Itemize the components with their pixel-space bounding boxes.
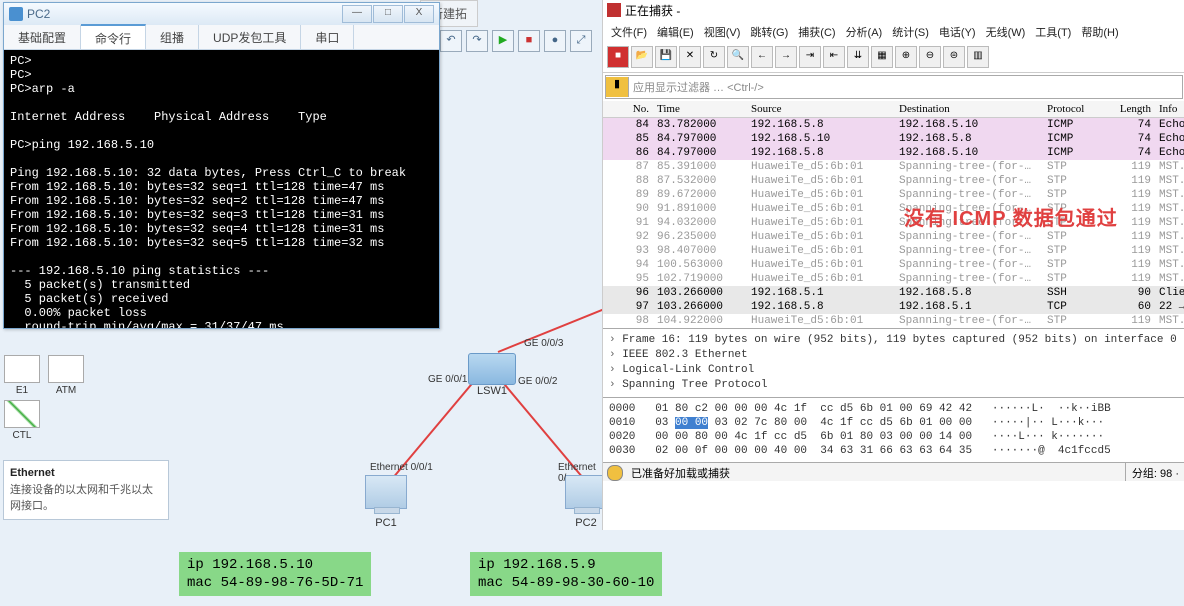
menu-capture[interactable]: 捕获(C) <box>794 22 839 42</box>
menu-tools[interactable]: 工具(T) <box>1031 22 1075 42</box>
menu-file[interactable]: 文件(F) <box>607 22 651 42</box>
ws-titlebar[interactable]: 正在捕获 - <box>603 0 1184 20</box>
pc-icon <box>365 475 407 509</box>
annotation-overlay: 没有 ICMP 数据包通过 <box>904 202 1118 231</box>
switch-icon <box>468 353 516 385</box>
col-proto[interactable]: Protocol <box>1043 103 1107 115</box>
stop-capture-button[interactable]: ■ <box>607 46 629 68</box>
pc1-ip-label: ip 192.168.5.10 mac 54-89-98-76-5D-71 <box>179 552 371 596</box>
close-button[interactable]: ✕ <box>679 46 701 68</box>
ethernet-info: Ethernet 连接设备的以太网和千兆以太网接口。 <box>3 460 169 520</box>
tab-basic[interactable]: 基础配置 <box>4 25 81 49</box>
resize-cols-button[interactable]: ▥ <box>967 46 989 68</box>
open-button[interactable]: 📂 <box>631 46 653 68</box>
menu-edit[interactable]: 编辑(E) <box>653 22 698 42</box>
port-eth001: Ethernet 0/0/1 <box>370 462 433 473</box>
tab-cmd[interactable]: 命令行 <box>81 24 146 49</box>
filter-bookmark-button[interactable]: ▮ <box>606 77 629 97</box>
packet-row[interactable]: 9296.235000HuaweiTe_d5:6b:01Spanning-tre… <box>603 230 1184 244</box>
ws-menubar: 文件(F) 编辑(E) 视图(V) 跳转(G) 捕获(C) 分析(A) 统计(S… <box>603 20 1184 44</box>
pc-icon <box>9 7 23 21</box>
packet-row[interactable]: 8684.797000192.168.5.8192.168.5.10ICMP74… <box>603 146 1184 160</box>
reload-button[interactable]: ↻ <box>703 46 725 68</box>
ethernet-desc: 连接设备的以太网和千兆以太网接口。 <box>10 481 162 513</box>
packet-row[interactable]: 97103.266000192.168.5.8192.168.5.1TCP602… <box>603 300 1184 314</box>
palette-ctl[interactable]: CTL <box>3 400 41 441</box>
col-src[interactable]: Source <box>747 103 895 115</box>
ws-statusbar: 已准备好加载或捕获 分组: 98 · <box>603 462 1184 481</box>
packet-row[interactable]: 9398.407000HuaweiTe_d5:6b:01Spanning-tre… <box>603 244 1184 258</box>
col-len[interactable]: Length <box>1107 103 1155 115</box>
detail-llc[interactable]: Logical-Link Control <box>609 363 1179 378</box>
ws-title: 正在捕获 - <box>625 2 680 19</box>
device-switch[interactable]: LSW1 <box>468 353 516 397</box>
menu-help[interactable]: 帮助(H) <box>1077 22 1122 42</box>
packet-bytes[interactable]: 0000 01 80 c2 00 00 00 4c 1f cc d5 6b 01… <box>603 397 1184 462</box>
menu-stats[interactable]: 统计(S) <box>888 22 933 42</box>
colorize-button[interactable]: ▦ <box>871 46 893 68</box>
device-palette: E1 ATM CTL <box>3 355 93 445</box>
packet-row[interactable]: 8989.672000HuaweiTe_d5:6b:01Spanning-tre… <box>603 188 1184 202</box>
first-button[interactable]: ⇤ <box>823 46 845 68</box>
prev-button[interactable]: ← <box>751 46 773 68</box>
col-info[interactable]: Info <box>1155 103 1184 115</box>
packet-list-header: No. Time Source Destination Protocol Len… <box>603 101 1184 118</box>
packet-row[interactable]: 96103.266000192.168.5.1192.168.5.8SSH90C… <box>603 286 1184 300</box>
find-button[interactable]: 🔍 <box>727 46 749 68</box>
pc2-ip-label: ip 192.168.5.9 mac 54-89-98-30-60-10 <box>470 552 662 596</box>
ws-filter-bar: ▮ 应用显示过滤器 … <Ctrl-/> <box>605 75 1183 99</box>
menu-wireless[interactable]: 无线(W) <box>982 22 1030 42</box>
detail-stp[interactable]: Spanning Tree Protocol <box>609 378 1179 393</box>
goto-button[interactable]: ⇥ <box>799 46 821 68</box>
detail-eth[interactable]: IEEE 802.3 Ethernet <box>609 348 1179 363</box>
packet-row[interactable]: 98104.922000HuaweiTe_d5:6b:01Spanning-tr… <box>603 314 1184 328</box>
switch-label: LSW1 <box>468 385 516 397</box>
packet-row[interactable]: 8483.782000192.168.5.8192.168.5.10ICMP74… <box>603 118 1184 132</box>
next-button[interactable]: → <box>775 46 797 68</box>
packet-row[interactable]: 8584.797000192.168.5.10192.168.5.8ICMP74… <box>603 132 1184 146</box>
autoscroll-button[interactable]: ⇊ <box>847 46 869 68</box>
port-ge001: GE 0/0/1 <box>428 374 467 385</box>
port-ge002: GE 0/0/2 <box>518 376 557 387</box>
pc2-title: PC2 <box>27 7 50 21</box>
zoomout-button[interactable]: ⊖ <box>919 46 941 68</box>
packet-row[interactable]: 8785.391000HuaweiTe_d5:6b:01Spanning-tre… <box>603 160 1184 174</box>
palette-atm[interactable]: ATM <box>47 355 85 396</box>
port-eth001b: Ethernet 0/ <box>558 462 600 484</box>
device-pc1[interactable]: PC1 <box>365 475 407 529</box>
packet-row[interactable]: 8887.532000HuaweiTe_d5:6b:01Spanning-tre… <box>603 174 1184 188</box>
ethernet-title: Ethernet <box>10 467 162 479</box>
menu-analyze[interactable]: 分析(A) <box>842 22 887 42</box>
packet-row[interactable]: 94100.563000HuaweiTe_d5:6b:01Spanning-tr… <box>603 258 1184 272</box>
packet-row[interactable]: 95102.719000HuaweiTe_d5:6b:01Spanning-tr… <box>603 272 1184 286</box>
menu-go[interactable]: 跳转(G) <box>746 22 792 42</box>
status-packets: 分组: 98 · <box>1125 463 1184 481</box>
zoomin-button[interactable]: ⊕ <box>895 46 917 68</box>
packet-details[interactable]: Frame 16: 119 bytes on wire (952 bits), … <box>603 328 1184 397</box>
pc1-label: PC1 <box>365 517 407 529</box>
col-time[interactable]: Time <box>653 103 747 115</box>
status-ready: 已准备好加载或捕获 <box>627 463 734 481</box>
col-no[interactable]: No. <box>603 103 653 115</box>
topology-canvas[interactable]: LSW1 PC1 PC2 GE 0/0/3 GE 0/0/1 GE 0/0/2 … <box>160 0 600 600</box>
palette-e1[interactable]: E1 <box>3 355 41 396</box>
menu-view[interactable]: 视图(V) <box>700 22 745 42</box>
port-ge003: GE 0/0/3 <box>524 338 563 349</box>
wireshark-window: 正在捕获 - 文件(F) 编辑(E) 视图(V) 跳转(G) 捕获(C) 分析(… <box>602 0 1184 530</box>
menu-tel[interactable]: 电话(Y) <box>935 22 980 42</box>
ws-toolbar: ■ 📂 💾 ✕ ↻ 🔍 ← → ⇥ ⇤ ⇊ ▦ ⊕ ⊖ ⊜ ▥ <box>603 44 1184 73</box>
display-filter-input[interactable]: 应用显示过滤器 … <Ctrl-/> <box>629 77 1182 97</box>
expert-info-icon[interactable] <box>607 465 623 481</box>
detail-frame[interactable]: Frame 16: 119 bytes on wire (952 bits), … <box>609 333 1179 348</box>
col-dst[interactable]: Destination <box>895 103 1043 115</box>
wireshark-icon <box>607 3 621 17</box>
zoomreset-button[interactable]: ⊜ <box>943 46 965 68</box>
pc2-label: PC2 <box>565 517 607 529</box>
save-button[interactable]: 💾 <box>655 46 677 68</box>
